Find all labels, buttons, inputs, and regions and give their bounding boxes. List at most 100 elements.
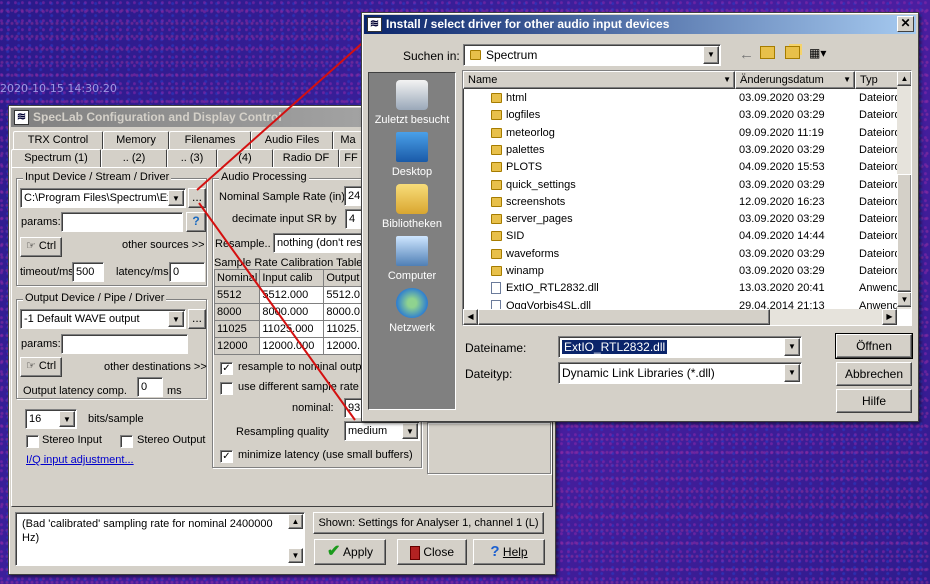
tab-filenames[interactable]: Filenames	[169, 131, 251, 150]
stereo-input-checkbox[interactable]	[26, 435, 39, 448]
scroll-thumb[interactable]	[897, 174, 911, 292]
list-item[interactable]: logfiles 03.09.2020 03:29 Dateiord	[463, 107, 901, 124]
chevron-down-icon[interactable]: ▼	[168, 311, 184, 327]
list-item[interactable]: ExtIO_RTL2832.dll 13.03.2020 20:41 Anwend	[463, 280, 899, 297]
tab-radio-df[interactable]: Radio DF	[273, 149, 339, 168]
open-button[interactable]: Öffnen	[835, 333, 913, 359]
output-ctrl-button[interactable]: ☞ Ctrl	[20, 357, 62, 377]
tab-spectrum-3[interactable]: .. (3)	[167, 149, 217, 168]
other-destinations-link[interactable]: other destinations >>	[104, 361, 207, 373]
chevron-down-icon[interactable]: ▼	[59, 411, 75, 427]
column-header-type[interactable]: Typ	[855, 71, 899, 89]
tab-memory[interactable]: Memory	[103, 131, 169, 150]
list-item[interactable]: palettes 03.09.2020 03:29 Dateiord	[463, 142, 901, 159]
close-button[interactable]: Close	[397, 539, 467, 565]
output-browse-button[interactable]: ...	[188, 309, 206, 329]
new-folder-icon[interactable]	[785, 46, 800, 59]
other-sources-link[interactable]: other sources >>	[122, 239, 205, 251]
view-menu-icon[interactable]: ▦▾	[809, 46, 826, 60]
list-item[interactable]: server_pages 03.09.2020 03:29 Dateiord	[463, 211, 901, 228]
table-row[interactable]: 11025 11025.000 11025.	[213, 320, 364, 338]
list-item[interactable]: html 03.09.2020 03:29 Dateiord	[463, 90, 901, 107]
list-item[interactable]: PLOTS 04.09.2020 15:53 Dateiord	[463, 159, 901, 176]
chevron-down-icon[interactable]: ▼	[723, 72, 731, 88]
place-desktop[interactable]: Desktop	[369, 132, 455, 178]
dialog-help-button[interactable]: Hilfe	[836, 389, 912, 413]
chevron-down-icon[interactable]: ▼	[402, 423, 418, 439]
chevron-down-icon[interactable]: ▼	[784, 364, 800, 382]
input-help-button[interactable]: ?	[186, 212, 206, 232]
file-list-vscrollbar[interactable]: ▲ ▼	[897, 71, 911, 309]
file-list-hscrollbar[interactable]: ◀ ▶	[463, 309, 897, 325]
minimize-latency-checkbox[interactable]: ✓	[220, 450, 233, 463]
tab-spectrum-4[interactable]: (4)	[217, 149, 273, 168]
table-row[interactable]: 5512 5512.000 5512.0	[213, 286, 364, 304]
column-header-name[interactable]: Name ▼	[463, 71, 735, 89]
chevron-down-icon[interactable]: ▼	[843, 72, 851, 88]
tab-ff[interactable]: FF	[339, 149, 363, 168]
filename-field[interactable]: ExtIO_RTL2832.dll ▼	[558, 336, 802, 358]
resample-select[interactable]: nothing (don't res	[273, 233, 365, 253]
place-network[interactable]: Netzwerk	[369, 288, 455, 334]
input-params-field[interactable]	[61, 212, 183, 232]
folder-icon	[491, 127, 502, 138]
iq-adjustment-link[interactable]: I/Q input adjustment...	[26, 454, 134, 466]
quality-select[interactable]: medium ▼	[344, 421, 420, 441]
list-item[interactable]: waveforms 03.09.2020 03:29 Dateiord	[463, 246, 901, 263]
back-arrow-icon[interactable]: ←	[739, 46, 754, 63]
output-latency-field[interactable]: 0	[137, 377, 163, 397]
input-browse-button[interactable]: ...	[188, 188, 206, 208]
output-params-field[interactable]	[61, 334, 188, 354]
place-libraries[interactable]: Bibliotheken	[369, 184, 455, 230]
table-row[interactable]: 12000 12000.000 12000.	[213, 337, 364, 355]
shown-settings-button[interactable]: Shown: Settings for Analyser 1, channel …	[313, 512, 544, 534]
file-date: 03.09.2020 03:29	[739, 92, 825, 104]
list-item[interactable]: meteorlog 09.09.2020 11:19 Dateiord	[463, 125, 901, 142]
place-computer[interactable]: Computer	[369, 236, 455, 282]
status-scroll-up[interactable]: ▲	[288, 514, 303, 529]
timeout-field[interactable]: 500	[72, 262, 104, 282]
stereo-input-label: Stereo Input	[42, 434, 102, 446]
file-type: Dateiord	[859, 230, 901, 243]
file-list[interactable]: Name ▼ Änderungsdatum ▼ Typ html 03.09.20…	[462, 70, 912, 326]
resample-nominal-checkbox[interactable]: ✓	[220, 362, 233, 375]
column-header-date[interactable]: Änderungsdatum ▼	[735, 71, 855, 89]
scroll-down-button[interactable]: ▼	[897, 292, 911, 307]
cancel-button[interactable]: Abbrechen	[836, 362, 912, 386]
chevron-down-icon[interactable]: ▼	[703, 46, 719, 64]
tab-spectrum-1[interactable]: Spectrum (1)	[11, 149, 101, 168]
list-item[interactable]: screenshots 12.09.2020 16:23 Dateiord	[463, 194, 901, 211]
list-item[interactable]: winamp 03.09.2020 03:29 Dateiord	[463, 263, 901, 280]
input-ctrl-button[interactable]: ☞ Ctrl	[20, 237, 62, 257]
scroll-h-thumb[interactable]	[478, 309, 770, 325]
list-item[interactable]: SID 04.09.2020 14:44 Dateiord	[463, 228, 901, 245]
place-recent[interactable]: Zuletzt besucht	[369, 80, 455, 126]
use-different-checkbox[interactable]	[220, 382, 233, 395]
scroll-left-button[interactable]: ◀	[463, 309, 478, 325]
tab-ma[interactable]: Ma	[333, 131, 363, 150]
chevron-down-icon[interactable]: ▼	[784, 338, 800, 356]
apply-button[interactable]: ✔ Apply	[314, 539, 386, 565]
list-item[interactable]: quick_settings 03.09.2020 03:29 Dateiord	[463, 177, 901, 194]
input-device-select[interactable]: C:\Program Files\Spectrum\Extl ▼	[20, 188, 186, 208]
tab-audio-files[interactable]: Audio Files	[251, 131, 333, 150]
status-scroll-down[interactable]: ▼	[288, 548, 303, 563]
scroll-up-button[interactable]: ▲	[897, 71, 911, 86]
dialog-titlebar[interactable]: ≋ Install / select driver for other audi…	[364, 15, 916, 34]
tab-spectrum-2[interactable]: .. (2)	[101, 149, 167, 168]
filetype-select[interactable]: Dynamic Link Libraries (*.dll) ▼	[558, 362, 802, 384]
dialog-close-button[interactable]: ✕	[897, 16, 914, 32]
cal-header-nominal: Nominal	[213, 269, 261, 287]
bits-select[interactable]: 16 ▼	[25, 409, 77, 429]
output-device-select[interactable]: -1 Default WAVE output ▼	[20, 309, 186, 329]
folder-icon	[491, 231, 502, 242]
up-folder-icon[interactable]	[760, 46, 775, 59]
tab-trx-control[interactable]: TRX Control	[13, 131, 103, 150]
stereo-output-checkbox[interactable]	[120, 435, 133, 448]
help-button[interactable]: ? Help	[473, 539, 545, 565]
look-in-select[interactable]: Spectrum ▼	[463, 44, 721, 66]
table-row[interactable]: 8000 8000.000 8000.0	[213, 303, 364, 321]
scroll-right-button[interactable]: ▶	[882, 309, 897, 325]
latency-field[interactable]: 0	[169, 262, 205, 282]
chevron-down-icon[interactable]: ▼	[168, 190, 184, 206]
